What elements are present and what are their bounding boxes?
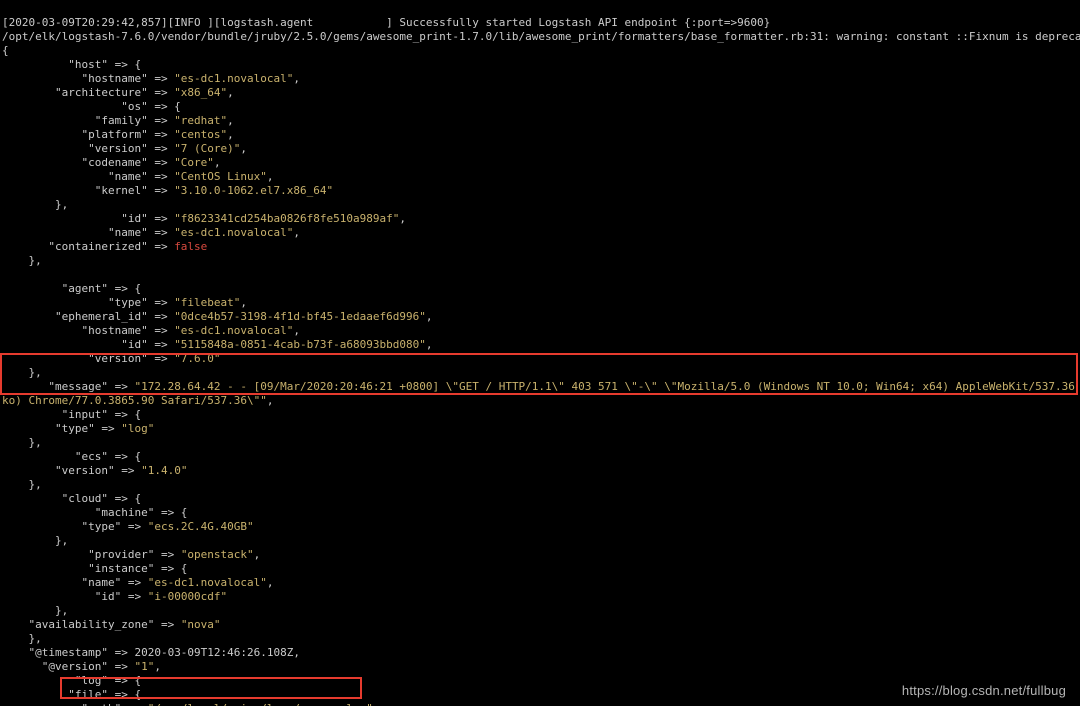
message-value-l1: "172.28.64.42 - - [09/Mar/2020:20:46:21 … bbox=[134, 380, 1080, 393]
input-type: "log" bbox=[121, 422, 154, 435]
cloud-provider: "openstack" bbox=[181, 548, 254, 561]
os-codename: "Core" bbox=[174, 156, 214, 169]
log-prelude-line1: [2020-03-09T20:29:42,857][INFO ][logstas… bbox=[2, 16, 770, 29]
host-id: "f8623341cd254ba0826f8fe510a989af" bbox=[174, 212, 399, 225]
cloud-instance-id: "i-00000cdf" bbox=[148, 590, 227, 603]
log-file-path: "/usr/local/nginx/logs/access.log" bbox=[148, 702, 373, 706]
os-platform: "centos" bbox=[174, 128, 227, 141]
os-name: "CentOS Linux" bbox=[174, 170, 267, 183]
host-hostname: "es-dc1.novalocal" bbox=[174, 72, 293, 85]
host-architecture: "x86_64" bbox=[174, 86, 227, 99]
cloud-az: "nova" bbox=[181, 618, 221, 631]
log-prelude-line2: /opt/elk/logstash-7.6.0/vendor/bundle/jr… bbox=[2, 30, 1080, 43]
os-kernel: "3.10.0-1062.el7.x86_64" bbox=[174, 184, 333, 197]
watermark-url: https://blog.csdn.net/fullbug bbox=[902, 684, 1066, 698]
at-version: "1" bbox=[134, 660, 154, 673]
host-name: "es-dc1.novalocal" bbox=[174, 226, 293, 239]
os-family: "redhat" bbox=[174, 114, 227, 127]
host-containerized: false bbox=[174, 240, 207, 253]
agent-version: "7.6.0" bbox=[174, 352, 220, 365]
timestamp-value: 2020-03-09T12:46:26.108Z bbox=[134, 646, 293, 659]
os-version: "7 (Core)" bbox=[174, 142, 240, 155]
agent-ephemeral-id: "0dce4b57-3198-4f1d-bf45-1edaaef6d996" bbox=[174, 310, 426, 323]
terminal-output: [2020-03-09T20:29:42,857][INFO ][logstas… bbox=[0, 14, 1080, 706]
cloud-machine-type: "ecs.2C.4G.40GB" bbox=[148, 520, 254, 533]
agent-id: "5115848a-0851-4cab-b73f-a68093bbd080" bbox=[174, 338, 426, 351]
cloud-instance-name: "es-dc1.novalocal" bbox=[148, 576, 267, 589]
ecs-version: "1.4.0" bbox=[141, 464, 187, 477]
message-value-l2: ko) Chrome/77.0.3865.90 Safari/537.36\"" bbox=[2, 394, 267, 407]
agent-type: "filebeat" bbox=[174, 296, 240, 309]
agent-hostname: "es-dc1.novalocal" bbox=[174, 324, 293, 337]
